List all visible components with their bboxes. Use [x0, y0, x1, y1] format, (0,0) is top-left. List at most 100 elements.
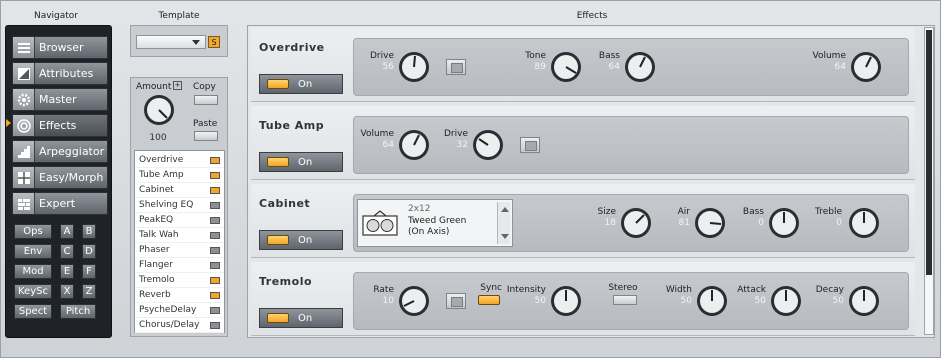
effect-led[interactable]	[210, 277, 220, 284]
scroll-down-icon[interactable]	[501, 234, 509, 239]
gear-icon	[13, 89, 35, 110]
effect-led[interactable]	[210, 247, 220, 254]
env-button[interactable]: Env	[14, 244, 52, 259]
cabinet-size: 2x12	[408, 204, 431, 214]
nav-label: Master	[39, 93, 77, 106]
cabinet-scrollbar[interactable]	[497, 202, 510, 244]
list-item[interactable]: Reverb	[135, 288, 224, 303]
e-button[interactable]: E	[60, 264, 74, 279]
paste-button[interactable]	[194, 131, 218, 141]
effect-led[interactable]	[210, 307, 220, 314]
list-item[interactable]: Phaser	[135, 243, 224, 258]
effect-led[interactable]	[210, 187, 220, 194]
effects-list: Overdrive Tube Amp Cabinet Shelving EQ P…	[134, 150, 225, 333]
f-button[interactable]: F	[82, 264, 96, 279]
attack-knob[interactable]	[770, 285, 802, 317]
effect-led[interactable]	[210, 172, 220, 179]
overdrive-on-button[interactable]: On	[259, 74, 343, 94]
scrollbar-thumb[interactable]	[926, 30, 932, 275]
overdrive-option-button[interactable]	[446, 59, 466, 75]
nav-item-effects[interactable]: Effects	[12, 114, 108, 137]
width-label: Width	[665, 285, 692, 295]
effect-led[interactable]	[210, 292, 220, 299]
volume-knob[interactable]	[850, 51, 882, 83]
tube-amp-on-button[interactable]: On	[259, 152, 343, 172]
mod-button[interactable]: Mod	[14, 264, 52, 279]
z-button[interactable]: Z	[82, 284, 96, 299]
effect-led[interactable]	[210, 322, 220, 329]
scroll-up-icon[interactable]	[501, 207, 509, 212]
effects-title: Effects	[576, 11, 608, 21]
keysc-button[interactable]: KeySc	[14, 284, 52, 299]
list-item[interactable]: Overdrive	[135, 153, 224, 168]
effect-led[interactable]	[210, 202, 220, 209]
cabinet-title: Cabinet	[259, 197, 311, 210]
list-item[interactable]: Shelving EQ	[135, 198, 224, 213]
nav-item-master[interactable]: Master	[12, 88, 108, 111]
tone-knob[interactable]	[550, 51, 582, 83]
intensity-knob[interactable]	[550, 285, 582, 317]
tube-amp-controls: Volume 64 Drive 32	[353, 116, 909, 174]
copy-button[interactable]	[194, 95, 218, 105]
stereo-toggle[interactable]	[613, 295, 637, 305]
spect-button[interactable]: Spect	[14, 304, 52, 319]
list-item[interactable]: PsycheDelay	[135, 303, 224, 318]
treble-knob[interactable]	[848, 207, 880, 239]
x-button[interactable]: X	[60, 284, 74, 299]
effect-led[interactable]	[210, 157, 220, 164]
ops-button[interactable]: Ops	[14, 224, 52, 239]
cabinet-on-button[interactable]: On	[259, 230, 343, 250]
drive-knob[interactable]	[472, 129, 504, 161]
list-item[interactable]: Chorus/Delay	[135, 318, 224, 333]
drive-knob[interactable]	[398, 51, 430, 83]
tremolo-option-button[interactable]	[446, 293, 466, 309]
c-button[interactable]: C	[60, 244, 74, 259]
pitch-button[interactable]: Pitch	[60, 304, 96, 319]
tube-amp-option-button[interactable]	[520, 137, 540, 153]
overdrive-controls: Drive 56 Tone 89 Bass 64 Volume 64	[353, 38, 909, 96]
tone-label: Tone	[525, 51, 546, 61]
effect-name: Tube Amp	[139, 170, 184, 180]
effect-led[interactable]	[210, 232, 220, 239]
template-dropdown[interactable]	[136, 35, 206, 49]
bass-knob[interactable]	[624, 51, 656, 83]
width-value: 50	[680, 296, 692, 306]
width-knob[interactable]	[696, 285, 728, 317]
list-item[interactable]: Tube Amp	[135, 168, 224, 183]
template-save-button[interactable]: S	[208, 36, 220, 48]
app-window: Navigator Template Effects Browser Attri…	[0, 0, 941, 358]
nav-item-attributes[interactable]: Attributes	[12, 62, 108, 85]
list-item[interactable]: Cabinet	[135, 183, 224, 198]
b-button[interactable]: B	[82, 224, 96, 239]
amount-expand-icon[interactable]: +	[173, 81, 182, 90]
amount-knob[interactable]	[143, 94, 175, 126]
tremolo-section: Tremolo On Rate 10 Sync Intensity 50 Ste…	[251, 262, 915, 336]
d-button[interactable]: D	[82, 244, 96, 259]
stereo-label: Stereo	[608, 283, 638, 293]
rate-knob[interactable]	[398, 285, 430, 317]
nav-item-expert[interactable]: Expert	[12, 192, 108, 215]
list-item[interactable]: Flanger	[135, 258, 224, 273]
on-label: On	[298, 79, 313, 90]
decay-knob[interactable]	[848, 285, 880, 317]
volume-knob[interactable]	[398, 129, 430, 161]
nav-item-arpeggiator[interactable]: Arpeggiator	[12, 140, 108, 163]
volume-label: Volume	[360, 129, 394, 139]
effects-scrollbar[interactable]	[924, 27, 934, 335]
on-led	[267, 157, 289, 167]
air-knob[interactable]	[694, 207, 726, 239]
list-item[interactable]: Tremolo	[135, 273, 224, 288]
size-knob[interactable]	[620, 207, 652, 239]
tremolo-on-button[interactable]: On	[259, 308, 343, 328]
nav-item-easy-morph[interactable]: Easy/Morph	[12, 166, 108, 189]
paste-label: Paste	[193, 119, 218, 129]
cabinet-selector[interactable]: 2x12 Tweed Green (On Axis)	[357, 199, 513, 247]
a-button[interactable]: A	[60, 224, 74, 239]
effect-led[interactable]	[210, 262, 220, 269]
list-item[interactable]: PeakEQ	[135, 213, 224, 228]
bass-knob[interactable]	[768, 207, 800, 239]
effect-led[interactable]	[210, 217, 220, 224]
nav-item-browser[interactable]: Browser	[12, 36, 108, 59]
list-item[interactable]: Talk Wah	[135, 228, 224, 243]
sync-toggle[interactable]	[478, 295, 500, 305]
